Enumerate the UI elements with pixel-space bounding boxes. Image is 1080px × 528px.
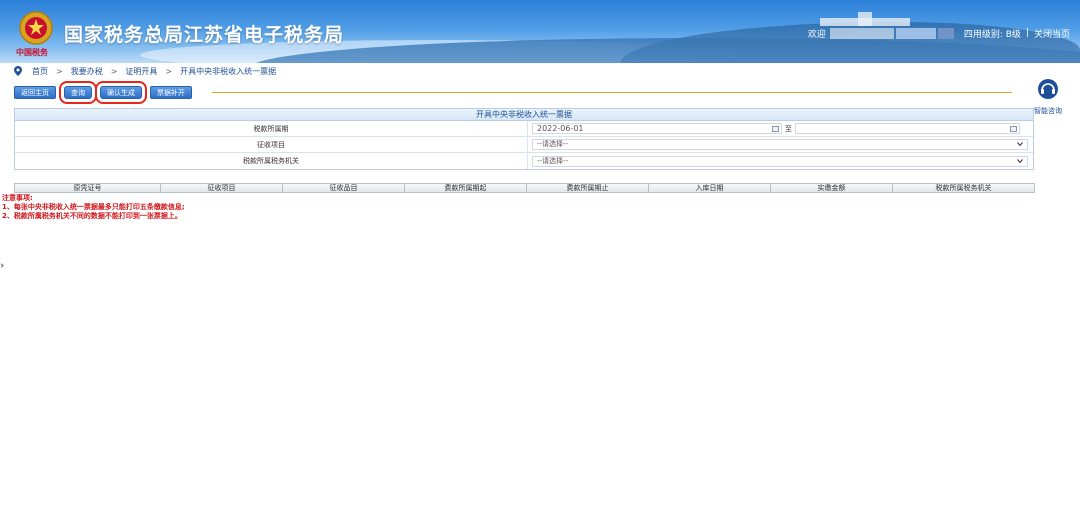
welcome-text: 欢迎 [807,29,826,40]
toolbar-divider [212,92,1012,93]
credit-level: 四用级别: B级 [963,29,1021,40]
emblem-caption: 中国税务 [16,48,48,57]
breadcrumb-arrow: > [165,66,173,76]
toolbar: 返回主页 查询 确认生成 票据补开 [14,81,200,104]
period-start-value: 2022-06-01 [537,124,584,133]
collection-item-label: 征收项目 [15,137,528,152]
tax-authority-field: --请选择-- [528,153,1033,169]
masked-username [829,27,894,39]
column-collection-subitem[interactable]: 征收品目 [283,184,405,192]
tax-authority-select[interactable]: --请选择-- [532,155,1028,167]
collection-item-select[interactable]: --请选择-- [532,139,1028,150]
column-tax-authority[interactable]: 税款所属税务机关 [893,184,1034,192]
breadcrumb-tax-handling[interactable]: 我要办税 [71,66,103,77]
headset-icon[interactable] [1037,78,1059,100]
receipt-form: 开具中央非税收入统一票据 税款所属期 2022-06-01 至 征收项目 --请… [14,108,1034,170]
site-title: 国家税务总局江苏省电子税务局 [64,24,345,46]
calendar-icon[interactable] [1010,126,1017,132]
tax-authority-label: 税款所属税务机关 [15,153,528,169]
user-bar: 欢迎 四用级别: B级 | 关闭当页 [808,26,1070,40]
note-item-2: 2、税款所属税务机关不同的数据不能打印到一张票据上。 [2,212,182,220]
period-start-input[interactable]: 2022-06-01 [532,123,782,134]
breadcrumb-home[interactable]: 首页 [32,66,48,77]
return-home-button[interactable]: 返回主页 [14,86,56,99]
column-original-voucher[interactable]: 原凭证号 [15,184,161,192]
notes: 注意事项: 1、每张中央非税收入统一票据最多只能打印五条缴款信息; 2、税款所属… [2,194,185,221]
column-collection-item[interactable]: 征收项目 [161,184,283,192]
tax-period-field: 2022-06-01 至 [528,121,1033,136]
reissue-receipt-button[interactable]: 票据补开 [150,86,192,99]
collection-item-field: --请选择-- [528,137,1033,152]
masked-username-2 [895,27,936,39]
left-edge-arrow-icon [0,263,4,268]
breadcrumb: 首页 > 我要办税 > 证明开具 > 开具中央非税收入统一票据 [14,65,276,77]
header-banner: 中国税务 国家税务总局江苏省电子税务局 欢迎 四用级别: B级 | 关闭当页 [0,0,1080,63]
breadcrumb-current: 开具中央非税收入统一票据 [180,66,277,76]
form-row-collection-item: 征收项目 --请选择-- [15,137,1033,153]
form-row-tax-authority: 税款所属税务机关 --请选择-- [15,153,1033,169]
form-title: 开具中央非税收入统一票据 [15,109,1033,121]
period-to-label: 至 [785,124,792,133]
calendar-icon[interactable] [772,126,779,132]
masked-username-3 [937,27,954,39]
confirm-generate-button[interactable]: 确认生成 [95,81,147,104]
notes-title: 注意事项: [2,194,33,202]
breadcrumb-arrow: > [56,66,63,76]
column-paid-amount[interactable]: 实缴金额 [771,184,893,192]
form-row-tax-period: 税款所属期 2022-06-01 至 [15,121,1033,137]
column-period-start[interactable]: 费款所属期起 [405,184,527,192]
breadcrumb-certificate[interactable]: 证明开具 [125,66,157,77]
great-wall-tower-decoration [858,12,872,26]
column-storage-date[interactable]: 入库日期 [649,184,771,192]
tax-authority-selected: --请选择-- [537,156,569,165]
result-grid-header: 原凭证号 征收项目 征收品目 费款所属期起 费款所属期止 入库日期 实缴金额 税… [14,183,1035,193]
tax-emblem-icon [19,11,53,45]
column-period-end[interactable]: 费款所属期止 [527,184,649,192]
period-end-input[interactable] [795,123,1020,134]
header-separator: | [1025,28,1029,38]
breadcrumb-arrow: > [110,66,118,76]
smart-consult-label[interactable]: 智能咨询 [1028,106,1068,116]
location-pin-icon [14,66,22,76]
smart-consult-widget[interactable]: 智能咨询 [1028,78,1068,116]
close-page-link[interactable]: 关闭当页 [1034,27,1070,40]
note-item-1: 1、每张中央非税收入统一票据最多只能打印五条缴款信息; [2,203,185,211]
chevron-down-icon[interactable] [1017,141,1023,147]
tax-period-label: 税款所属期 [15,121,528,136]
chevron-down-icon[interactable] [1017,158,1023,164]
collection-item-selected: --请选择-- [537,140,569,148]
query-button[interactable]: 查询 [59,81,97,104]
